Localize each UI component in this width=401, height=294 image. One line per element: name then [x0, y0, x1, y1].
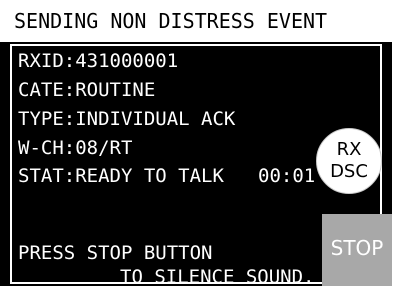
type-line: TYPE:INDIVIDUAL ACK [18, 108, 236, 130]
screen-title: SENDING NON DISTRESS EVENT [0, 0, 392, 42]
bottom-border [0, 286, 392, 294]
stop-button-label: STOP [330, 236, 384, 260]
category-line: CATE:ROUTINE [18, 79, 156, 101]
instruction-line-2: TO SILENCE SOUND. [120, 266, 315, 288]
working-channel-line: W-CH:08/RT [18, 137, 133, 159]
status-line: STAT:READY TO TALK [18, 165, 224, 187]
dsc-screen: SENDING NON DISTRESS EVENT RXID:43100000… [0, 0, 392, 294]
stop-button[interactable]: STOP [322, 214, 392, 294]
rx-dsc-button[interactable]: RX DSC [316, 128, 382, 194]
rx-dsc-label-line2: DSC [330, 161, 368, 182]
instruction-line-1: PRESS STOP BUTTON [18, 242, 213, 264]
rxid-line: RXID:431000001 [18, 50, 179, 72]
rx-dsc-label-line1: RX [336, 139, 362, 160]
elapsed-timer: 00:01 [258, 165, 316, 187]
